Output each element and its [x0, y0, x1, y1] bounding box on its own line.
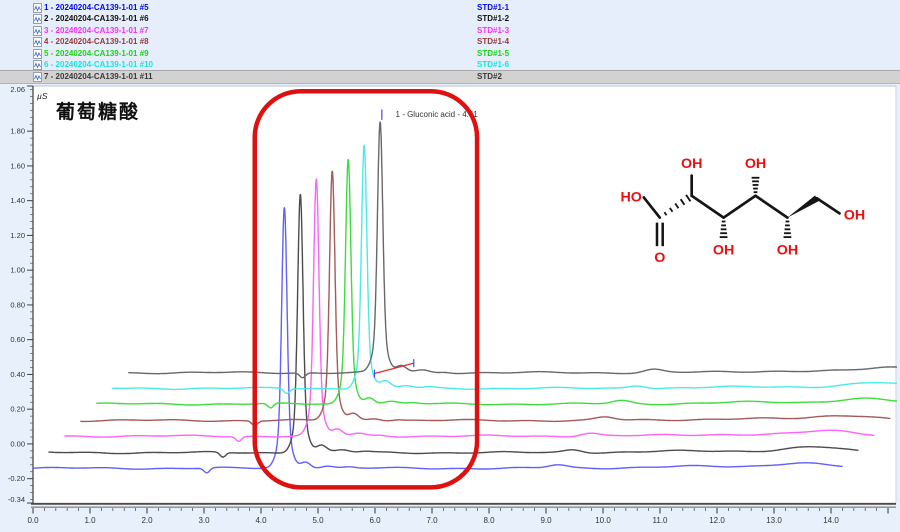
y-tick-label: 0.20	[10, 405, 25, 414]
atom-label: O	[654, 250, 665, 266]
chromatogram-file-icon	[33, 49, 42, 59]
y-tick-label: 2.06	[10, 85, 25, 94]
legend-row[interactable]: 2 - 20240204-CA139-1-01 #6 STD#1-2	[0, 13, 900, 24]
legend-row[interactable]: 1 - 20240204-CA139-1-01 #5 STD#1-1	[0, 2, 900, 13]
y-tick-label: -0.34	[8, 495, 25, 504]
atom-label: OH	[844, 207, 865, 223]
legend-std-label: STD#1-4	[477, 36, 509, 47]
legend-std-label: STD#1-6	[477, 59, 509, 70]
legend-std-label: STD#1-2	[477, 13, 509, 24]
x-tick-label: 5.0	[312, 516, 324, 525]
legend-row[interactable]: 5 - 20240204-CA139-1-01 #9 STD#1-5	[0, 48, 900, 59]
legend-std-label: STD#1-1	[477, 2, 509, 13]
y-tick-label: 1.40	[10, 196, 25, 205]
x-tick-label: 0.0	[27, 516, 39, 525]
chromatogram-file-icon	[33, 26, 42, 36]
atom-label: OH	[713, 243, 734, 259]
legend-sample-name: 6 - 20240204-CA139-1-01 #10	[44, 59, 153, 70]
y-tick-label: 0.80	[10, 300, 25, 309]
chromatogram-canvas[interactable]: 2.06 1.80 1.60 1.40 1.20 1.00 0.80 0.60 0.40 0.20…	[0, 84, 900, 532]
atom-label: HO	[620, 190, 641, 206]
x-tick-label: 8.0	[483, 516, 495, 525]
x-tick-label: 4.0	[255, 516, 267, 525]
legend-row[interactable]: 6 - 20240204-CA139-1-01 #10 STD#1-6	[0, 59, 900, 70]
plot-title: 葡萄糖酸	[56, 97, 140, 124]
y-tick-label: 0.40	[10, 370, 25, 379]
x-tick-label: 9.0	[540, 516, 552, 525]
y-tick-label: 1.00	[10, 266, 25, 275]
chromatogram-plot: 2.06 1.80 1.60 1.40 1.20 1.00 0.80 0.60 0.40 0.20…	[0, 84, 900, 532]
legend-std-label: STD#2	[477, 71, 502, 82]
x-tick-label: 7.0	[426, 516, 438, 525]
legend-row[interactable]: 3 - 20240204-CA139-1-01 #7 STD#1-3	[0, 25, 900, 36]
y-tick-label: 1.60	[10, 161, 25, 170]
x-tick-label: 10.0	[595, 516, 611, 525]
y-axis-unit-label: µS	[37, 91, 48, 101]
atom-label: OH	[681, 156, 702, 172]
legend-row[interactable]: 7 - 20240204-CA139-1-01 #11 STD#2	[0, 70, 900, 83]
y-tick-label: 1.20	[10, 231, 25, 240]
x-tick-label: 12.0	[709, 516, 725, 525]
x-tick-label: 6.0	[369, 516, 381, 525]
legend-sample-name: 1 - 20240204-CA139-1-01 #5	[44, 2, 149, 13]
x-tick-label: 13.0	[766, 516, 782, 525]
y-axis: 2.06 1.80 1.60 1.40 1.20 1.00 0.80 0.60 0.40 0.20…	[8, 85, 33, 504]
chromatogram-file-icon	[33, 37, 42, 47]
legend-sample-name: 5 - 20240204-CA139-1-01 #9	[44, 48, 149, 59]
y-tick-label: 0.60	[10, 335, 25, 344]
legend-sample-name: 4 - 20240204-CA139-1-01 #8	[44, 36, 149, 47]
peak-annotation: 1 - Gluconic acid - 4.41	[396, 110, 479, 119]
y-tick-label: -0.20	[8, 474, 25, 483]
y-tick-label: 0.00	[10, 439, 25, 448]
x-axis: 0.0 1.0 2.0 3.0 4.0 5.0 6.0 7.0 8.0 9.0 10.0 11.0 12…	[27, 504, 896, 525]
legend-std-label: STD#1-5	[477, 48, 509, 59]
plot-background	[33, 86, 896, 503]
x-tick-label: 3.0	[198, 516, 210, 525]
legend-std-label: STD#1-3	[477, 25, 509, 36]
x-tick-label: 11.0	[653, 516, 669, 525]
chromatogram-file-icon	[33, 14, 42, 24]
x-tick-label: 14.0	[823, 516, 839, 525]
atom-label: OH	[777, 243, 798, 259]
x-tick-label: 2.0	[141, 516, 153, 525]
atom-label: OH	[745, 156, 766, 172]
chromatogram-file-icon	[33, 72, 42, 82]
legend-sample-name: 2 - 20240204-CA139-1-01 #6	[44, 13, 149, 24]
y-tick-label: 1.80	[10, 127, 25, 136]
chromatogram-file-icon	[33, 60, 42, 70]
legend-sample-name: 7 - 20240204-CA139-1-01 #11	[44, 71, 153, 82]
legend-sample-name: 3 - 20240204-CA139-1-01 #7	[44, 25, 149, 36]
chromatogram-file-icon	[33, 3, 42, 13]
x-tick-label: 1.0	[84, 516, 96, 525]
injection-legend: 1 - 20240204-CA139-1-01 #5STD#1-12 - 202…	[0, 0, 900, 84]
legend-row[interactable]: 4 - 20240204-CA139-1-01 #8 STD#1-4	[0, 36, 900, 47]
